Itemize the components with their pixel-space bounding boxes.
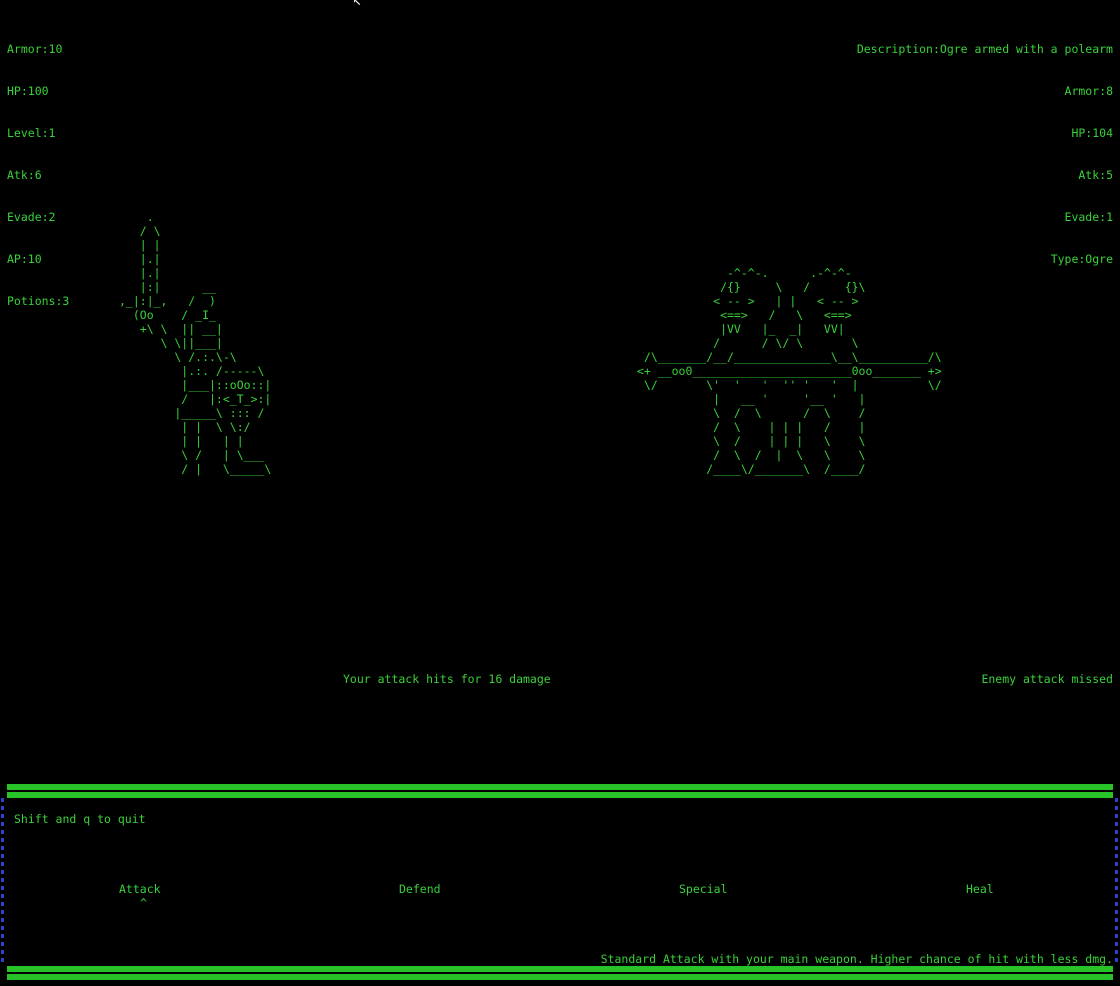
player-atk: Atk:6 xyxy=(7,168,42,182)
player-armor: Armor:10 xyxy=(7,42,63,56)
enemy-description: Description:Ogre armed with a polearm xyxy=(856,42,1113,56)
quit-hint: Shift and q to quit xyxy=(14,812,146,826)
menu-left-border xyxy=(1,798,4,966)
action-description: Standard Attack with your main weapon. H… xyxy=(600,952,1113,966)
enemy-type: Type:Ogre xyxy=(1050,252,1113,266)
enemy-armor: Armor:8 xyxy=(1064,84,1113,98)
enemy-hp: HP:104 xyxy=(1071,126,1113,140)
enemy-stats-panel: Description:Ogre armed with a polearm Ar… xyxy=(857,14,1113,280)
selection-cursor: ^ xyxy=(140,896,147,910)
menu-right-border xyxy=(1115,798,1118,966)
menu-bottom-border xyxy=(7,966,1113,980)
menu-option-special[interactable]: Special xyxy=(679,882,727,896)
menu-option-heal[interactable]: Heal xyxy=(966,882,994,896)
player-knight-ascii-art: . / \ | | |.| |.| |:| __ ,_|:|_, / ) (Oo… xyxy=(119,210,272,476)
player-evade: Evade:2 xyxy=(7,210,56,224)
player-potions: Potions:3 xyxy=(7,294,70,308)
player-stats-panel: Armor:10 HP:100 Level:1 Atk:6 Evade:2 AP… xyxy=(7,14,69,322)
mouse-pointer-icon: ↖ xyxy=(353,0,362,9)
enemy-evade: Evade:1 xyxy=(1064,210,1113,224)
player-combat-log: Your attack hits for 16 damage xyxy=(343,672,551,686)
menu-option-defend[interactable]: Defend xyxy=(399,882,441,896)
player-level: Level:1 xyxy=(7,126,56,140)
enemy-combat-log: Enemy attack missed xyxy=(981,672,1113,686)
menu-option-attack[interactable]: Attack xyxy=(119,882,161,896)
player-ap: AP:10 xyxy=(7,252,42,266)
enemy-ogre-ascii-art: -^-^-. .-^-^- /{} \ / {}\ < -- > | | < -… xyxy=(637,266,942,476)
enemy-atk: Atk:5 xyxy=(1078,168,1113,182)
menu-top-border xyxy=(7,784,1113,798)
player-hp: HP:100 xyxy=(7,84,49,98)
